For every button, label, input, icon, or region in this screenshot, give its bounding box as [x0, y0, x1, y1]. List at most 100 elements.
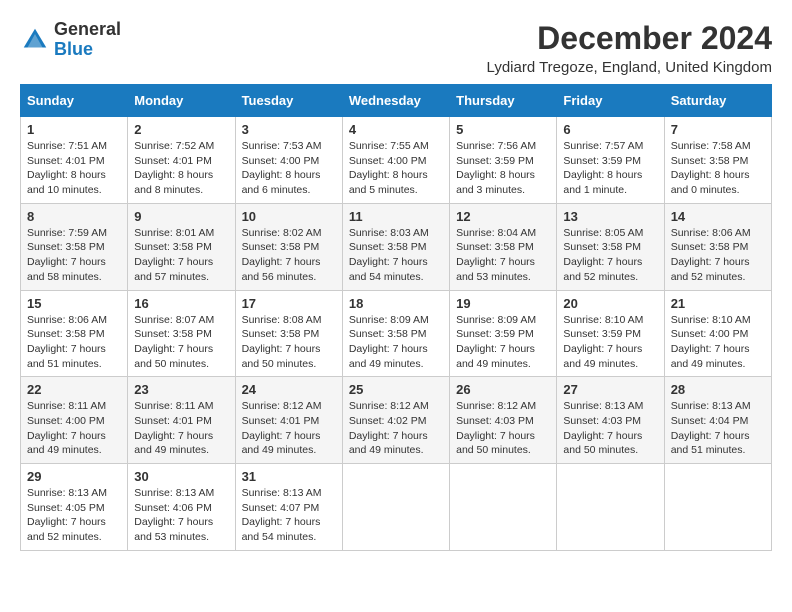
day-number: 4 [349, 122, 443, 137]
calendar-cell: 12Sunrise: 8:04 AMSunset: 3:58 PMDayligh… [450, 203, 557, 290]
day-info: Sunrise: 8:11 AMSunset: 4:00 PMDaylight:… [27, 399, 121, 458]
day-number: 16 [134, 296, 228, 311]
day-number: 8 [27, 209, 121, 224]
day-number: 19 [456, 296, 550, 311]
day-info: Sunrise: 8:12 AMSunset: 4:02 PMDaylight:… [349, 399, 443, 458]
day-info: Sunrise: 8:09 AMSunset: 3:59 PMDaylight:… [456, 313, 550, 372]
day-info: Sunrise: 8:06 AMSunset: 3:58 PMDaylight:… [671, 226, 765, 285]
calendar-cell: 8 Sunrise: 7:59 AMSunset: 3:58 PMDaylight… [21, 203, 128, 290]
calendar-cell: 5 Sunrise: 7:56 AMSunset: 3:59 PMDaylight… [450, 117, 557, 204]
day-info: Sunrise: 8:02 AMSunset: 3:58 PMDaylight:… [242, 226, 336, 285]
calendar-cell: 16 Sunrise: 8:07 AMSunset: 3:58 PMDayligh… [128, 290, 235, 377]
day-info: Sunrise: 8:13 AMSunset: 4:07 PMDaylight:… [242, 486, 336, 545]
day-info: Sunrise: 8:10 AMSunset: 3:59 PMDaylight:… [563, 313, 657, 372]
column-header-sunday: Sunday [21, 85, 128, 117]
day-number: 17 [242, 296, 336, 311]
day-info: Sunrise: 7:52 AMSunset: 4:01 PMDaylight:… [134, 139, 228, 198]
day-info: Sunrise: 7:51 AMSunset: 4:01 PMDaylight:… [27, 139, 121, 198]
calendar-cell: 23Sunrise: 8:11 AMSunset: 4:01 PMDayligh… [128, 377, 235, 464]
calendar-cell: 21Sunrise: 8:10 AMSunset: 4:00 PMDayligh… [664, 290, 771, 377]
day-number: 13 [563, 209, 657, 224]
calendar-cell: 2 Sunrise: 7:52 AMSunset: 4:01 PMDaylight… [128, 117, 235, 204]
calendar-header-row: SundayMondayTuesdayWednesdayThursdayFrid… [21, 85, 772, 117]
day-number: 24 [242, 382, 336, 397]
calendar-week-2: 8 Sunrise: 7:59 AMSunset: 3:58 PMDaylight… [21, 203, 772, 290]
day-info: Sunrise: 8:10 AMSunset: 4:00 PMDaylight:… [671, 313, 765, 372]
day-info: Sunrise: 7:55 AMSunset: 4:00 PMDaylight:… [349, 139, 443, 198]
calendar-week-5: 29 Sunrise: 8:13 AMSunset: 4:05 PMDayligh… [21, 464, 772, 551]
day-info: Sunrise: 7:59 AMSunset: 3:58 PMDaylight:… [27, 226, 121, 285]
day-number: 30 [134, 469, 228, 484]
day-number: 26 [456, 382, 550, 397]
day-number: 27 [563, 382, 657, 397]
day-info: Sunrise: 8:11 AMSunset: 4:01 PMDaylight:… [134, 399, 228, 458]
calendar-cell: 4 Sunrise: 7:55 AMSunset: 4:00 PMDaylight… [342, 117, 449, 204]
calendar-cell: 9 Sunrise: 8:01 AMSunset: 3:58 PMDaylight… [128, 203, 235, 290]
calendar-cell [342, 464, 449, 551]
calendar-cell: 18 Sunrise: 8:09 AMSunset: 3:58 PMDayligh… [342, 290, 449, 377]
day-number: 14 [671, 209, 765, 224]
page-header: General Blue December 2024 Lydiard Trego… [20, 20, 772, 76]
day-info: Sunrise: 8:12 AMSunset: 4:01 PMDaylight:… [242, 399, 336, 458]
column-header-friday: Friday [557, 85, 664, 117]
day-info: Sunrise: 7:57 AMSunset: 3:59 PMDaylight:… [563, 139, 657, 198]
calendar-cell: 30Sunrise: 8:13 AMSunset: 4:06 PMDayligh… [128, 464, 235, 551]
logo-line2: Blue [54, 40, 121, 60]
day-number: 10 [242, 209, 336, 224]
calendar-cell: 3 Sunrise: 7:53 AMSunset: 4:00 PMDaylight… [235, 117, 342, 204]
calendar-cell: 25 Sunrise: 8:12 AMSunset: 4:02 PMDayligh… [342, 377, 449, 464]
day-number: 29 [27, 469, 121, 484]
day-info: Sunrise: 8:01 AMSunset: 3:58 PMDaylight:… [134, 226, 228, 285]
day-info: Sunrise: 8:12 AMSunset: 4:03 PMDaylight:… [456, 399, 550, 458]
day-info: Sunrise: 7:53 AMSunset: 4:00 PMDaylight:… [242, 139, 336, 198]
day-number: 20 [563, 296, 657, 311]
day-info: Sunrise: 8:05 AMSunset: 3:58 PMDaylight:… [563, 226, 657, 285]
title-section: December 2024 Lydiard Tregoze, England, … [487, 20, 772, 76]
logo-text: General Blue [54, 20, 121, 60]
day-number: 22 [27, 382, 121, 397]
column-header-tuesday: Tuesday [235, 85, 342, 117]
calendar-week-4: 22 Sunrise: 8:11 AMSunset: 4:00 PMDayligh… [21, 377, 772, 464]
calendar-cell: 27 Sunrise: 8:13 AMSunset: 4:03 PMDayligh… [557, 377, 664, 464]
day-info: Sunrise: 8:08 AMSunset: 3:58 PMDaylight:… [242, 313, 336, 372]
calendar-table: SundayMondayTuesdayWednesdayThursdayFrid… [20, 84, 772, 551]
day-number: 6 [563, 122, 657, 137]
day-number: 7 [671, 122, 765, 137]
column-header-thursday: Thursday [450, 85, 557, 117]
day-info: Sunrise: 8:03 AMSunset: 3:58 PMDaylight:… [349, 226, 443, 285]
day-number: 9 [134, 209, 228, 224]
calendar-cell: 10 Sunrise: 8:02 AMSunset: 3:58 PMDayligh… [235, 203, 342, 290]
calendar-week-3: 15Sunrise: 8:06 AMSunset: 3:58 PMDayligh… [21, 290, 772, 377]
column-header-saturday: Saturday [664, 85, 771, 117]
day-number: 5 [456, 122, 550, 137]
calendar-week-1: 1 Sunrise: 7:51 AMSunset: 4:01 PMDaylight… [21, 117, 772, 204]
logo-line1: General [54, 20, 121, 40]
logo-icon [20, 25, 50, 55]
day-number: 25 [349, 382, 443, 397]
calendar-cell: 14 Sunrise: 8:06 AMSunset: 3:58 PMDayligh… [664, 203, 771, 290]
day-number: 18 [349, 296, 443, 311]
day-number: 15 [27, 296, 121, 311]
day-number: 3 [242, 122, 336, 137]
day-info: Sunrise: 8:07 AMSunset: 3:58 PMDaylight:… [134, 313, 228, 372]
logo: General Blue [20, 20, 121, 60]
calendar-cell [450, 464, 557, 551]
day-info: Sunrise: 8:09 AMSunset: 3:58 PMDaylight:… [349, 313, 443, 372]
day-info: Sunrise: 8:13 AMSunset: 4:03 PMDaylight:… [563, 399, 657, 458]
calendar-cell: 1 Sunrise: 7:51 AMSunset: 4:01 PMDaylight… [21, 117, 128, 204]
day-number: 1 [27, 122, 121, 137]
calendar-cell: 29 Sunrise: 8:13 AMSunset: 4:05 PMDayligh… [21, 464, 128, 551]
column-header-monday: Monday [128, 85, 235, 117]
calendar-cell: 13 Sunrise: 8:05 AMSunset: 3:58 PMDayligh… [557, 203, 664, 290]
day-number: 28 [671, 382, 765, 397]
calendar-cell: 11 Sunrise: 8:03 AMSunset: 3:58 PMDayligh… [342, 203, 449, 290]
day-number: 2 [134, 122, 228, 137]
column-header-wednesday: Wednesday [342, 85, 449, 117]
day-number: 11 [349, 209, 443, 224]
day-info: Sunrise: 7:56 AMSunset: 3:59 PMDaylight:… [456, 139, 550, 198]
calendar-cell: 19 Sunrise: 8:09 AMSunset: 3:59 PMDayligh… [450, 290, 557, 377]
location-subtitle: Lydiard Tregoze, England, United Kingdom [487, 59, 772, 76]
day-number: 12 [456, 209, 550, 224]
day-info: Sunrise: 8:13 AMSunset: 4:05 PMDaylight:… [27, 486, 121, 545]
calendar-cell [664, 464, 771, 551]
